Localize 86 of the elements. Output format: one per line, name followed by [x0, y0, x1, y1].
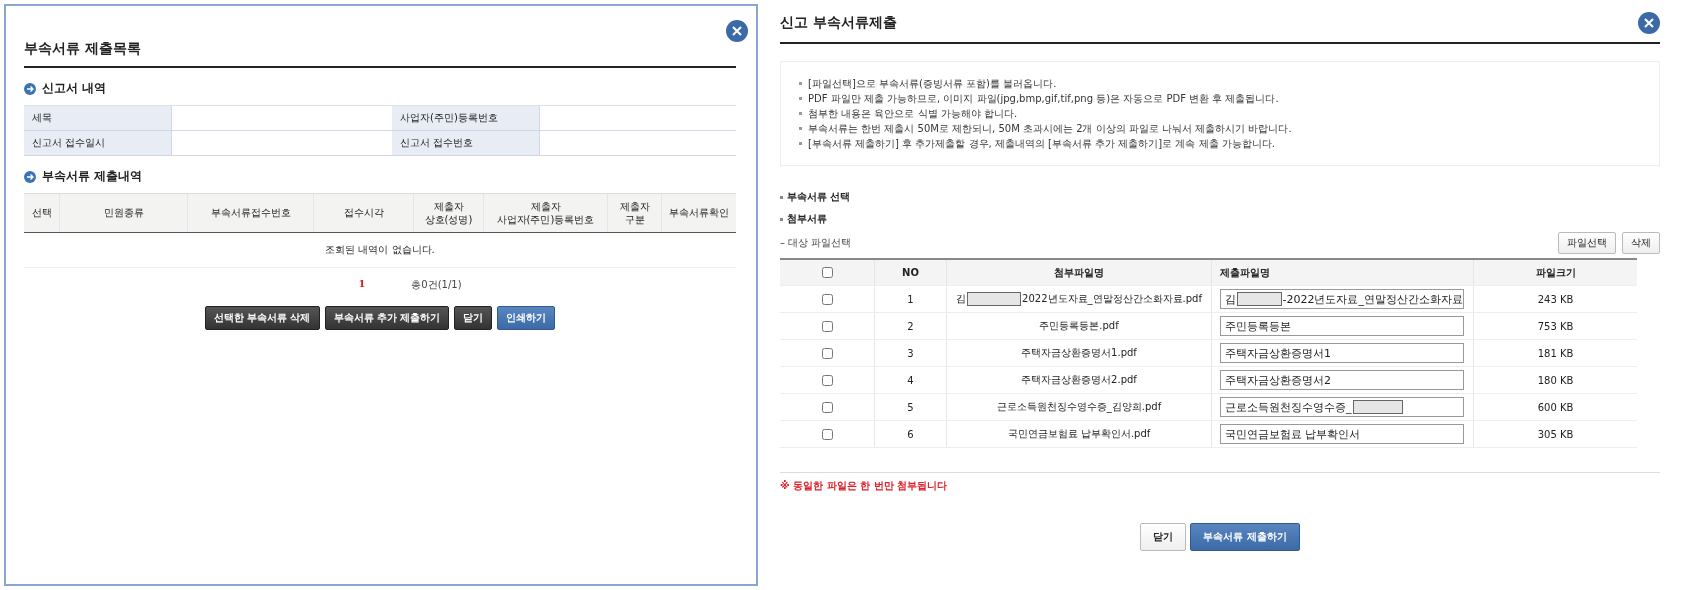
- column-header: 부속서류접수번호: [188, 194, 314, 232]
- table-cell: 6: [875, 421, 947, 447]
- empty-message: 조회된 내역이 없습니다.: [325, 243, 435, 257]
- table-cell: 4: [875, 367, 947, 393]
- table-cell-text: 180 KB: [1536, 373, 1575, 388]
- column-header: 제출자 상호(성명): [414, 194, 484, 232]
- section-heading: 신고서 내역: [42, 80, 107, 97]
- notice-text: 첨부한 내용은 육안으로 식별 가능해야 합니다.: [808, 107, 1018, 121]
- input-field[interactable]: 주민등록등본: [1220, 316, 1464, 336]
- input-field[interactable]: 주택자금상환증명서2: [1220, 370, 1464, 390]
- column-header: 접수시각: [314, 194, 414, 232]
- section-heading: 부속서류 선택: [787, 190, 851, 204]
- dialog-title: 부속서류 제출목록: [24, 40, 736, 68]
- table-cell: 5: [875, 394, 947, 420]
- file-name: 김: [956, 292, 967, 306]
- table-cell-text: 305 KB: [1536, 427, 1575, 442]
- row-checkbox[interactable]: [821, 347, 833, 359]
- file-name: 근로소득원천징수영수증_김양희.pdf: [996, 400, 1162, 414]
- action-button[interactable]: 닫기: [454, 306, 493, 330]
- field-label: 신고서 접수번호: [392, 131, 540, 156]
- bullet-icon: [799, 127, 802, 130]
- bullet-icon: [799, 142, 802, 145]
- bullet-icon: [799, 112, 802, 115]
- tool-button[interactable]: 파일선택: [1558, 232, 1616, 254]
- close-icon: [1644, 18, 1654, 28]
- file-name: 국민연금보험료 납부확인서.pdf: [1007, 427, 1151, 441]
- field-label: 신고서 접수일시: [24, 131, 172, 156]
- input-field[interactable]: 김 -2022년도자료_연말정산간소화자료: [1220, 289, 1464, 309]
- notice-text: [부속서류 제출하기] 후 추가제출할 경우, 제출내역의 [부속서류 추가 제출하기]로 계속 제출 가능합니다.: [808, 137, 1275, 151]
- column-header: 제출자 사업자(주민)등록번호: [484, 194, 608, 232]
- arrow-icon: [24, 82, 36, 95]
- select-all-checkbox[interactable]: [821, 267, 833, 278]
- bullet-icon: [780, 217, 783, 221]
- tool-button[interactable]: 삭제: [1622, 232, 1660, 254]
- bullet-icon: [780, 195, 783, 199]
- column-header: 제출자 구분: [608, 194, 662, 232]
- field-label: 사업자(주민)등록번호: [392, 106, 540, 131]
- section-label: – 대상 파일선택: [780, 236, 852, 250]
- row-checkbox[interactable]: [821, 293, 833, 305]
- row-checkbox[interactable]: [821, 428, 833, 440]
- column-header: 민원종류: [60, 194, 188, 232]
- table-cell-text: 181 KB: [1536, 346, 1575, 361]
- column-header: NO: [875, 260, 947, 285]
- file-name: 주민등록등본.pdf: [1039, 319, 1119, 333]
- total-count: 총0건(1/1): [411, 278, 462, 292]
- file-name: 주택자금상환증명서1.pdf: [1021, 346, 1137, 360]
- table-cell-text: 243 KB: [1536, 292, 1575, 307]
- arrow-icon: [24, 170, 36, 183]
- column-header: 부속서류확인: [668, 206, 730, 221]
- input-field[interactable]: 주택자금상환증명서1: [1220, 343, 1464, 363]
- action-button[interactable]: 닫기: [1140, 523, 1187, 551]
- section-heading: 첨부서류: [787, 212, 827, 226]
- notice-text: [파일선택]으로 부속서류(증빙서류 포함)를 불러옵니다.: [808, 77, 1057, 91]
- row-checkbox[interactable]: [821, 320, 833, 332]
- column-header: 선택: [24, 194, 60, 232]
- dialog-title: 신고 부속서류제출: [780, 14, 897, 32]
- page-link[interactable]: 1: [358, 278, 366, 292]
- table-cell: 1: [875, 286, 947, 312]
- action-button[interactable]: 부속서류 추가 제출하기: [324, 306, 450, 330]
- redaction-mark: [967, 292, 1022, 306]
- table-cell-text: 600 KB: [1536, 400, 1575, 415]
- column-header: 파일크기: [1534, 265, 1577, 280]
- column-header: 첨부파일명: [947, 260, 1212, 285]
- input-field[interactable]: 국민연금보험료 납부확인서: [1220, 424, 1464, 444]
- section-heading: 부속서류 제출내역: [42, 168, 143, 185]
- action-button[interactable]: 선택한 부속서류 삭제: [204, 306, 320, 330]
- table-cell-text: 753 KB: [1536, 319, 1575, 334]
- close-button[interactable]: [726, 20, 748, 42]
- field-label: 세목: [24, 106, 172, 131]
- bullet-icon: [799, 97, 802, 100]
- bullet-icon: [799, 82, 802, 85]
- file-name: 주택자금상환증명서2.pdf: [1021, 373, 1137, 387]
- file-name: 2022년도자료_연말정산간소화자료.pdf: [1022, 292, 1202, 306]
- row-checkbox[interactable]: [821, 374, 833, 386]
- warning-text: ※ 동일한 파일은 한 번만 첨부됩니다: [780, 479, 949, 493]
- row-checkbox[interactable]: [821, 401, 833, 413]
- table-cell: 3: [875, 340, 947, 366]
- action-button[interactable]: 부속서류 제출하기: [1190, 523, 1300, 551]
- action-button[interactable]: 인쇄하기: [497, 306, 556, 330]
- input-field[interactable]: 근로소득원천징수영수증_: [1220, 397, 1464, 417]
- notice-text: PDF 파일만 제출 가능하므로, 이미지 파일(jpg,bmp,gif,tif,png 등)은 자동으로 PDF 변환 후 제출됩니다.: [808, 92, 1279, 106]
- column-header: 제출파일명: [1212, 260, 1474, 285]
- table-cell: 2: [875, 313, 947, 339]
- close-icon: [732, 26, 742, 36]
- notice-text: 부속서류는 한번 제출시 50M로 제한되니, 50M 초과시에는 2개 이상의 파일로 나눠서 제출하시기 바랍니다.: [808, 122, 1292, 136]
- close-button[interactable]: [1638, 12, 1660, 34]
